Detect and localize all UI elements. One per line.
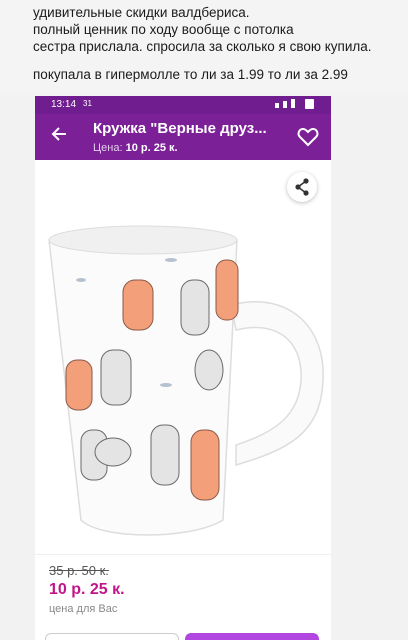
product-title: Кружка "Верные друз...	[93, 120, 267, 137]
post-line: полный ценник по ходу вообще с потолка	[33, 22, 294, 37]
post-line: покупала в гипермолле то ли за 1.99 то л…	[33, 67, 348, 82]
status-bar: 13:14 31	[35, 96, 331, 114]
back-arrow-icon[interactable]	[49, 124, 69, 150]
new-price: 10 р. 25 к.	[49, 581, 125, 598]
price-value: 10 р. 25 к.	[125, 142, 178, 154]
heart-icon[interactable]	[295, 124, 321, 150]
signal-icon	[275, 99, 314, 109]
buy-button[interactable]	[185, 633, 319, 640]
share-icon[interactable]	[287, 172, 317, 202]
product-gallery[interactable]	[35, 160, 331, 609]
post-line: сестра прислала. спросила за сколько я с…	[33, 39, 372, 54]
header-price: Цена: 10 р. 25 к.	[93, 142, 178, 154]
status-notification: 31	[83, 99, 92, 108]
app-bar: Кружка "Верные друз... Цена: 10 р. 25 к.	[35, 114, 331, 160]
post-line: удивительные скидки валдбериса.	[33, 5, 250, 20]
price-label: Цена:	[93, 142, 123, 154]
old-price: 35 р. 50 к.	[49, 563, 109, 578]
add-to-cart-button[interactable]	[45, 633, 179, 640]
price-block: 35 р. 50 к. 10 р. 25 к. цена для Вас	[35, 554, 331, 640]
mug-image	[48, 225, 324, 536]
price-caption: цена для Вас	[49, 603, 118, 615]
status-time: 13:14	[51, 99, 77, 110]
phone-screenshot: 13:14 31 Кружка "Верные друз... Цена: 10…	[35, 96, 331, 640]
post-text: удивительные скидки валдбериса. полный ц…	[0, 0, 408, 95]
status-icons	[275, 98, 321, 112]
